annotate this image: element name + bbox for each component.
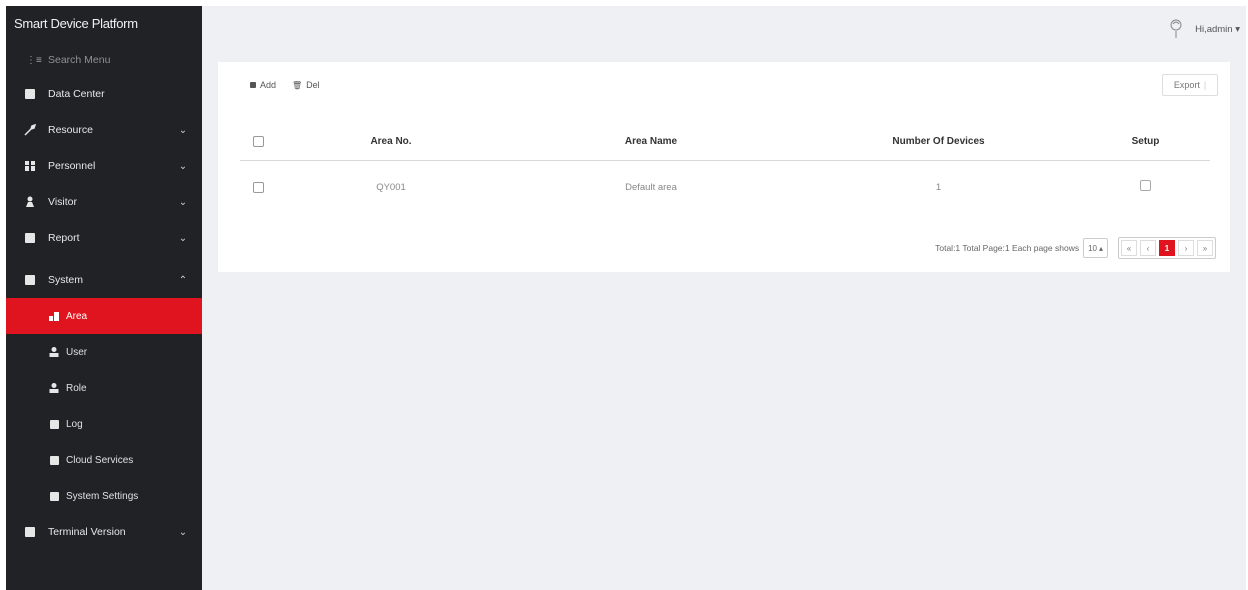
prev-page-button[interactable]: ‹	[1140, 240, 1156, 256]
search-menu-input[interactable]: Search Menu	[48, 54, 110, 66]
export-button[interactable]: Export |	[1162, 74, 1218, 96]
area-table: Area No. Area Name Number Of Devices Set…	[240, 122, 1210, 213]
sidebar-item-label: User	[66, 346, 88, 358]
sidebar: Smart Device Platform ⋮≡ Search Menu Dat…	[6, 6, 202, 590]
divider: |	[1203, 80, 1207, 90]
sidebar-item-user[interactable]: User	[6, 334, 202, 370]
system-icon	[24, 274, 36, 286]
sidebar-item-label: Report	[48, 232, 80, 244]
terminal-icon	[24, 526, 36, 538]
page-size-select[interactable]: 10 ▴	[1083, 238, 1108, 258]
user-name-label: Hi,admin	[1195, 23, 1233, 35]
chevron-down-icon: ▾	[1235, 23, 1240, 35]
area-list-card: Add 🗑 Del Export | Area No. Area Name Nu…	[218, 62, 1230, 272]
table-row[interactable]: QY001 Default area 1	[240, 161, 1210, 213]
monitor-icon	[24, 88, 36, 100]
chevron-up-icon: ⌃	[178, 274, 188, 286]
role-icon	[48, 382, 60, 394]
sidebar-item-label: Visitor	[48, 196, 77, 208]
sidebar-item-area[interactable]: Area	[6, 298, 202, 334]
search-icon: ⋮≡	[26, 54, 42, 66]
delete-button-label: Del	[306, 80, 320, 90]
caret-up-icon: ▴	[1098, 243, 1103, 253]
sidebar-item-label: Area	[66, 310, 88, 322]
user-name[interactable]: Hi,admin ▾	[1195, 24, 1240, 35]
next-page-button[interactable]: ›	[1178, 240, 1194, 256]
sidebar-item-label: Role	[66, 382, 87, 394]
wrench-icon	[24, 124, 36, 136]
pagination-summary: Total:1 Total Page:1 Each page shows	[935, 243, 1080, 253]
page-buttons: « ‹ 1 › »	[1118, 237, 1216, 259]
first-page-button[interactable]: «	[1121, 240, 1137, 256]
avatar-icon[interactable]	[1169, 18, 1183, 40]
table-header-row: Area No. Area Name Number Of Devices Set…	[240, 122, 1210, 161]
chevron-down-icon: ⌄	[178, 196, 188, 208]
sidebar-item-role[interactable]: Role	[6, 370, 202, 406]
sidebar-item-label: System Settings	[66, 490, 139, 502]
sidebar-item-label: Log	[66, 418, 83, 430]
column-header-area-no[interactable]: Area No.	[276, 136, 506, 147]
add-button[interactable]: Add	[250, 80, 276, 90]
sidebar-item-data-center[interactable]: Data Center	[6, 76, 202, 112]
app-frame: Smart Device Platform ⋮≡ Search Menu Dat…	[6, 6, 1246, 590]
column-header-setup: Setup	[1131, 135, 1160, 147]
search-menu[interactable]: ⋮≡ Search Menu	[6, 44, 202, 76]
sidebar-item-label: System	[48, 274, 84, 286]
app-title: Smart Device Platform	[14, 16, 138, 31]
area-icon	[48, 310, 60, 322]
delete-button[interactable]: 🗑 Del	[292, 80, 320, 90]
page-size-value: 10	[1088, 243, 1097, 253]
sidebar-item-label: Resource	[48, 124, 93, 136]
chevron-down-icon: ⌄	[178, 124, 188, 136]
sidebar-item-terminal-version[interactable]: Terminal Version ⌄	[6, 514, 202, 550]
sidebar-item-log[interactable]: Log	[6, 406, 202, 442]
edit-icon[interactable]	[1140, 180, 1151, 191]
sidebar-item-label: Terminal Version	[48, 526, 126, 538]
cell-devices: 1	[935, 181, 942, 193]
log-icon	[48, 418, 60, 430]
sidebar-item-label: Data Center	[48, 88, 105, 100]
last-page-button[interactable]: »	[1197, 240, 1213, 256]
monitor-icon	[24, 232, 36, 244]
sidebar-item-label: Personnel	[48, 160, 96, 172]
user-icon	[48, 346, 60, 358]
cell-area-name: Default area	[625, 181, 677, 193]
row-checkbox[interactable]	[240, 181, 276, 193]
settings-icon	[48, 490, 60, 502]
sidebar-item-system[interactable]: System ⌃	[6, 262, 202, 298]
add-icon	[250, 82, 256, 88]
chevron-down-icon: ⌄	[178, 526, 188, 538]
chevron-down-icon: ⌄	[178, 160, 188, 172]
add-button-label: Add	[260, 80, 277, 90]
trash-icon: 🗑	[292, 80, 303, 90]
sidebar-item-cloud-services[interactable]: Cloud Services	[6, 442, 202, 478]
person-icon	[24, 196, 36, 208]
sidebar-item-system-settings[interactable]: System Settings	[6, 478, 202, 514]
cloud-icon	[48, 454, 60, 466]
chevron-down-icon: ⌄	[178, 232, 188, 244]
toolbar: Add 🗑 Del	[250, 80, 320, 90]
people-icon	[24, 160, 36, 172]
select-all-checkbox[interactable]	[240, 135, 276, 147]
topbar: Hi,admin ▾	[202, 6, 1246, 56]
sidebar-item-report[interactable]: Report ⌄	[6, 220, 202, 256]
column-header-devices[interactable]: Number Of Devices	[796, 136, 1081, 147]
export-button-label: Export	[1173, 80, 1200, 90]
sidebar-item-personnel[interactable]: Personnel ⌄	[6, 148, 202, 184]
page-number-button[interactable]: 1	[1159, 240, 1175, 256]
cell-setup	[1081, 180, 1210, 194]
pagination: Total:1 Total Page:1 Each page shows 10 …	[935, 237, 1216, 259]
cell-area-no: QY001	[376, 181, 406, 193]
sidebar-item-resource[interactable]: Resource ⌄	[6, 112, 202, 148]
user-menu[interactable]: Hi,admin ▾	[1169, 18, 1240, 40]
sidebar-item-visitor[interactable]: Visitor ⌄	[6, 184, 202, 220]
sidebar-item-label: Cloud Services	[66, 454, 134, 466]
column-header-area-name[interactable]: Area Name	[506, 136, 796, 147]
